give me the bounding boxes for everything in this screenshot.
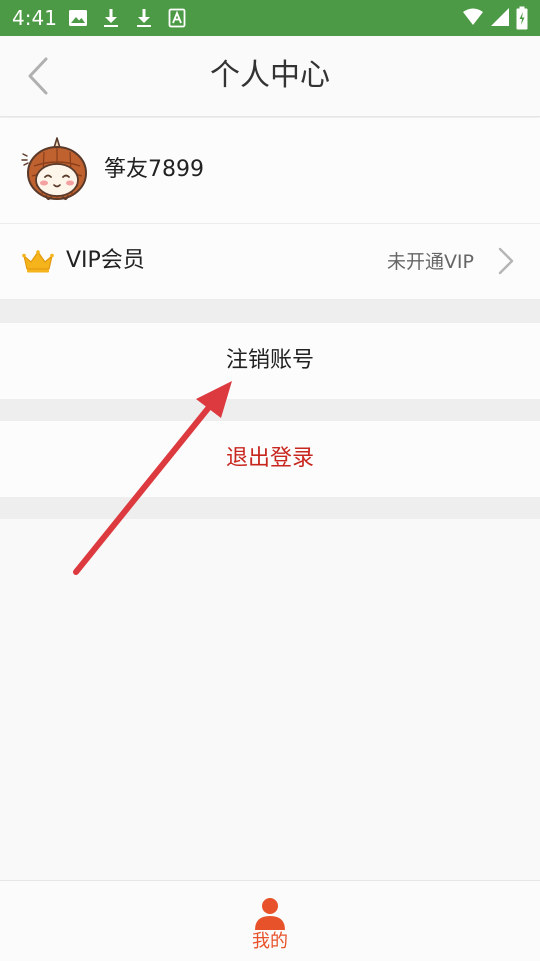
battery-icon — [516, 6, 528, 30]
status-time: 4:41 — [12, 6, 57, 30]
tab-mine[interactable]: 我的 — [230, 881, 310, 961]
section-divider — [0, 497, 540, 519]
username: 筝友7899 — [104, 157, 204, 182]
crown-icon — [22, 250, 54, 273]
header: 个人中心 — [0, 36, 540, 117]
chevron-right-icon — [498, 247, 514, 275]
section-divider — [0, 300, 540, 323]
download-icon — [137, 9, 151, 27]
person-icon — [255, 898, 285, 930]
vip-row[interactable]: VIP会员 未开通VIP — [0, 224, 540, 300]
avatar — [21, 137, 87, 201]
download-icon — [104, 9, 118, 27]
section-divider — [0, 399, 540, 421]
cancel-account-button[interactable]: 注销账号 — [0, 323, 540, 399]
tab-mine-label: 我的 — [252, 931, 288, 952]
status-bar: 4:41 — [0, 0, 540, 36]
logout-button[interactable]: 退出登录 — [0, 421, 540, 497]
page-title: 个人中心 — [210, 58, 330, 93]
bottom-nav: 我的 — [0, 880, 540, 961]
vip-status: 未开通VIP — [386, 251, 474, 273]
image-icon — [69, 10, 87, 26]
signal-icon — [491, 8, 509, 26]
text-a-icon — [168, 8, 186, 28]
vip-label: VIP会员 — [66, 248, 145, 273]
wifi-icon — [463, 8, 483, 25]
profile-row[interactable]: 筝友7899 — [0, 118, 540, 224]
